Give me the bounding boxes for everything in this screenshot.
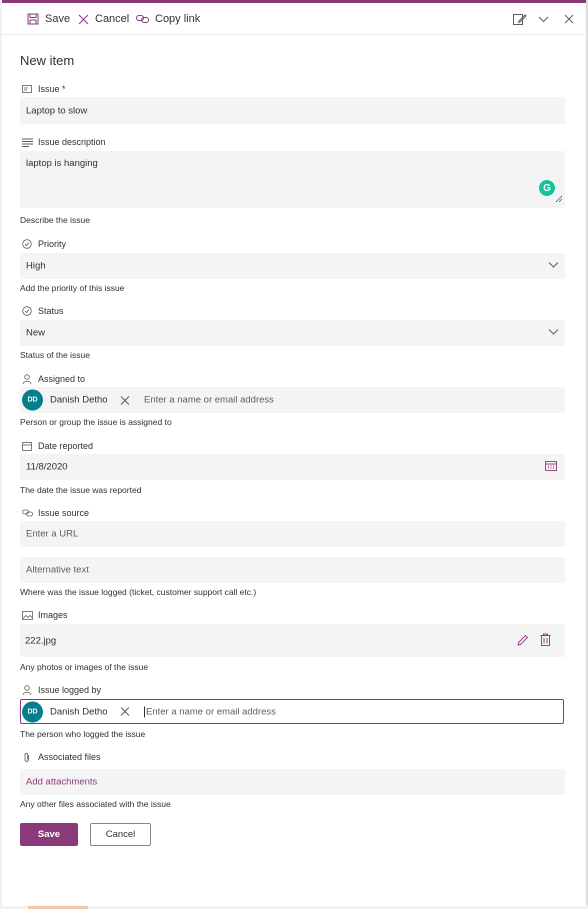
- images-label: Images: [38, 610, 68, 620]
- save-command-label: Save: [45, 13, 71, 25]
- issue-description-label-row: Issue description: [21, 135, 106, 149]
- associated-files-field: Add attachments: [20, 769, 565, 795]
- issue-description-textarea[interactable]: laptop is hanging G: [20, 151, 565, 208]
- issue-source-hint: Where was the issue logged (ticket, cust…: [20, 587, 257, 597]
- link-icon: [21, 507, 33, 519]
- chevron-down-icon[interactable]: [535, 11, 551, 27]
- chevron-down-icon: [548, 261, 559, 272]
- avatar: DD: [22, 389, 43, 411]
- images-label-row: Images: [21, 608, 68, 622]
- save-command-button[interactable]: Save: [27, 9, 70, 29]
- choice-check-icon: [21, 238, 33, 250]
- issue-description-label: Issue description: [38, 137, 106, 147]
- logged-by-person-name: Danish Detho: [50, 706, 108, 717]
- status-hint: Status of the issue: [20, 350, 90, 360]
- issue-input[interactable]: Laptop to slow: [20, 97, 565, 124]
- date-reported-input[interactable]: 11/8/2020: [20, 454, 565, 480]
- assigned-to-hint: Person or group the issue is assigned to: [20, 417, 172, 427]
- grammarly-icon[interactable]: G: [539, 180, 555, 196]
- issue-source-url-placeholder: Enter a URL: [26, 528, 79, 540]
- command-bar: Save Cancel Copy link: [0, 3, 586, 35]
- issue-source-label-row: Issue source: [21, 506, 89, 520]
- issue-source-alt-text-input[interactable]: Alternative text: [20, 557, 565, 583]
- copy-link-label: Copy link: [155, 13, 201, 25]
- issue-source-url-input[interactable]: Enter a URL: [20, 521, 565, 547]
- priority-label: Priority: [38, 239, 67, 249]
- choice-check-icon: [21, 305, 33, 317]
- form-title: New item: [20, 53, 75, 68]
- issue-label-row: Issue *: [21, 82, 66, 96]
- status-label-row: Status: [21, 304, 64, 318]
- person-icon: [21, 684, 33, 696]
- date-reported-hint: The date the issue was reported: [20, 485, 142, 495]
- image-icon: [21, 609, 33, 621]
- assigned-person-name: Danish Detho: [50, 394, 108, 406]
- associated-files-hint: Any other files associated with the issu…: [20, 799, 171, 809]
- assigned-to-label: Assigned to: [38, 374, 86, 384]
- associated-files-label-row: Associated files: [21, 750, 101, 764]
- multiline-text-icon: [21, 136, 33, 148]
- assigned-to-people-picker[interactable]: DD Danish Detho Enter a name or email ad…: [20, 387, 565, 413]
- priority-dropdown[interactable]: High: [20, 253, 565, 279]
- avatar: DD: [22, 701, 43, 722]
- copy-link-button[interactable]: Copy link: [136, 9, 200, 29]
- save-icon: [27, 13, 39, 25]
- images-hint: Any photos or images of the issue: [20, 662, 149, 672]
- logged-by-persona: DD Danish Detho: [22, 701, 130, 722]
- assigned-to-search-input[interactable]: Enter a name or email address: [144, 395, 274, 406]
- associated-files-label: Associated files: [38, 752, 101, 762]
- cancel-command-button[interactable]: Cancel: [78, 9, 129, 29]
- chevron-down-icon: [548, 328, 559, 339]
- issue-label: Issue *: [38, 84, 66, 94]
- issue-source-alt-placeholder: Alternative text: [26, 564, 89, 576]
- issue-logged-by-hint: The person who logged the issue: [20, 729, 146, 739]
- left-edge: [0, 0, 2, 909]
- issue-logged-by-label-row: Issue logged by: [21, 683, 101, 697]
- priority-hint: Add the priority of this issue: [20, 283, 125, 293]
- date-reported-value: 11/8/2020: [26, 461, 68, 473]
- close-icon[interactable]: [561, 11, 577, 27]
- date-reported-label: Date reported: [38, 441, 94, 451]
- calendar-picker-icon[interactable]: [545, 460, 557, 474]
- copy-link-icon: [136, 14, 149, 24]
- text-field-icon: [21, 83, 33, 95]
- image-file-name: 222.jpg: [25, 635, 57, 646]
- resize-handle-icon[interactable]: [555, 195, 563, 206]
- person-icon: [21, 373, 33, 385]
- issue-value: Laptop to slow: [26, 105, 88, 116]
- delete-image-icon[interactable]: [540, 633, 551, 649]
- status-label: Status: [38, 306, 64, 316]
- issue-logged-by-search-input[interactable]: Enter a name or email address: [144, 706, 276, 717]
- remove-person-icon[interactable]: [120, 395, 130, 405]
- priority-label-row: Priority: [21, 237, 66, 251]
- priority-value: High: [26, 260, 46, 272]
- assigned-persona: DD Danish Detho: [22, 389, 130, 411]
- issue-logged-by-people-picker[interactable]: DD Danish Detho Enter a name or email ad…: [20, 699, 564, 724]
- save-button[interactable]: Save: [20, 823, 78, 846]
- cancel-command-label: Cancel: [95, 13, 130, 25]
- edit-image-icon[interactable]: [517, 634, 529, 649]
- remove-person-icon[interactable]: [120, 707, 130, 717]
- add-attachments-link[interactable]: Add attachments: [26, 777, 97, 788]
- images-field[interactable]: 222.jpg: [20, 624, 565, 657]
- calendar-icon: [21, 440, 33, 452]
- issue-logged-by-label: Issue logged by: [38, 685, 102, 695]
- issue-source-label: Issue source: [38, 508, 90, 518]
- assigned-to-label-row: Assigned to: [21, 372, 85, 386]
- cancel-button[interactable]: Cancel: [90, 823, 151, 846]
- status-dropdown[interactable]: New: [20, 320, 565, 346]
- issue-description-value: laptop is hanging: [26, 158, 98, 169]
- issue-description-hint: Describe the issue: [20, 215, 90, 225]
- edit-form-icon[interactable]: [512, 11, 528, 27]
- cancel-icon: [78, 14, 89, 25]
- attachment-icon: [21, 751, 33, 763]
- date-reported-label-row: Date reported: [21, 439, 93, 453]
- status-value: New: [26, 327, 46, 339]
